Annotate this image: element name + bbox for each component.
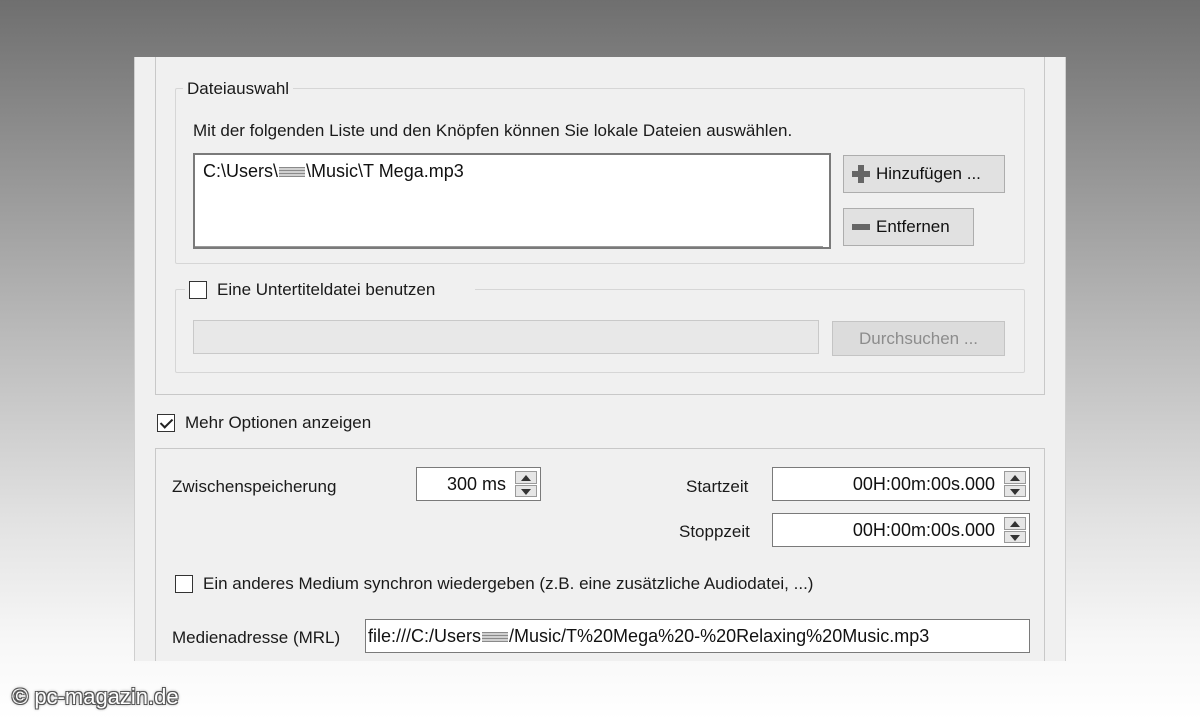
list-item[interactable]: C:\Users\ \Music\T Mega.mp3 (203, 161, 464, 182)
file-path-prefix: C:\Users\ (203, 161, 279, 181)
file-path-suffix: \Music\T Mega.mp3 (306, 161, 464, 181)
stop-down-arrow-icon[interactable] (1004, 530, 1026, 543)
subtitle-path-field (193, 320, 819, 354)
stop-time-value[interactable]: 00H:00m:00s.000 (853, 520, 995, 541)
stop-time-spinbox[interactable]: 00H:00m:00s.000 (772, 513, 1030, 547)
start-time-spin-arrows (1004, 471, 1026, 497)
start-time-value[interactable]: 00H:00m:00s.000 (853, 474, 995, 495)
stop-up-arrow-icon[interactable] (1004, 517, 1026, 530)
subtitle-checkbox-label[interactable]: Eine Untertiteldatei benutzen (217, 280, 435, 300)
minus-icon (850, 216, 872, 238)
sync-media-checkbox[interactable] (175, 575, 193, 593)
list-divider (195, 246, 823, 247)
caching-up-arrow-icon[interactable] (515, 471, 537, 484)
caching-spin-arrows (515, 471, 537, 497)
remove-file-label: Entfernen (876, 217, 950, 236)
start-down-arrow-icon[interactable] (1004, 484, 1026, 497)
more-options-checkbox[interactable] (157, 414, 175, 432)
subtitle-checkbox[interactable] (189, 281, 207, 299)
start-up-arrow-icon[interactable] (1004, 471, 1026, 484)
caching-label: Zwischenspeicherung (172, 477, 337, 496)
sync-media-label[interactable]: Ein anderes Medium synchron wiedergeben … (203, 574, 813, 594)
mrl-label: Medienadresse (MRL) (172, 628, 341, 647)
start-time-label: Startzeit (686, 477, 749, 496)
add-file-label: Hinzufügen ... (876, 164, 981, 183)
watermark: © pc-magazin.de (12, 684, 179, 709)
mrl-field[interactable]: file:///C:/Users/Music/T%20Mega%20-%20Re… (365, 619, 1030, 653)
file-selection-legend: Dateiauswahl (183, 79, 294, 99)
redacted-username (482, 632, 509, 643)
file-selection-description: Mit der folgenden Liste und den Knöpfen … (193, 121, 793, 140)
caching-spinbox[interactable]: 300 ms (416, 467, 541, 501)
add-file-button[interactable]: Hinzufügen ... (843, 155, 1005, 193)
remove-file-button[interactable]: Entfernen (843, 208, 974, 246)
redacted-username (279, 167, 306, 178)
start-time-spinbox[interactable]: 00H:00m:00s.000 (772, 467, 1030, 501)
more-options-label[interactable]: Mehr Optionen anzeigen (185, 413, 371, 433)
plus-icon (850, 163, 872, 185)
stop-time-spin-arrows (1004, 517, 1026, 543)
stop-time-label: Stoppzeit (679, 522, 750, 541)
mrl-suffix: /Music/T%20Mega%20-%20Relaxing%20Music.m… (509, 626, 930, 646)
caching-value[interactable]: 300 ms (447, 474, 506, 495)
subtitle-browse-button: Durchsuchen ... (832, 321, 1005, 356)
mrl-prefix: file:///C:/Users (368, 626, 482, 646)
caching-down-arrow-icon[interactable] (515, 484, 537, 497)
file-list[interactable]: C:\Users\ \Music\T Mega.mp3 (193, 153, 831, 249)
open-media-dialog: Dateiauswahl Mit der folgenden Liste und… (134, 57, 1066, 661)
